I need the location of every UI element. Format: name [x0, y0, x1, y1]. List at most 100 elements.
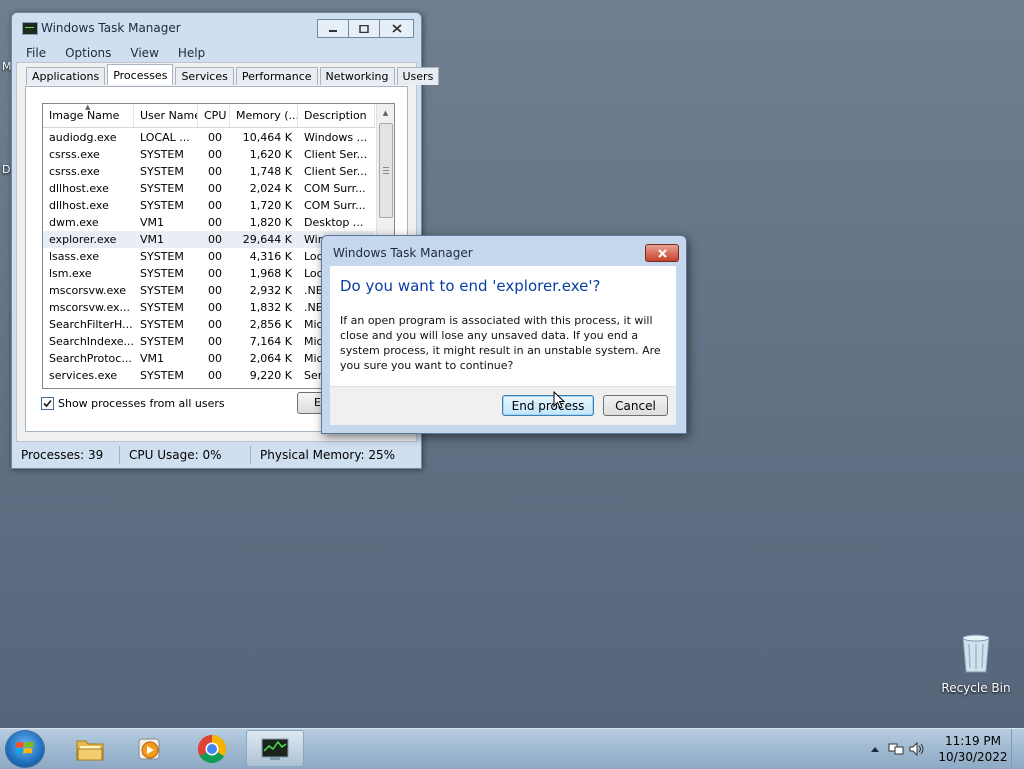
windows-logo-icon	[15, 741, 34, 754]
process-image-name: mscorsvw.ex...	[49, 301, 131, 314]
tab-performance[interactable]: Performance	[235, 67, 318, 85]
media-player-icon	[138, 738, 160, 759]
network-icon[interactable]	[887, 740, 905, 758]
menu-bar: File Options View Help	[16, 43, 417, 62]
process-image-name: audiodg.exe	[49, 131, 117, 144]
process-memory: 1,620 K	[249, 148, 292, 161]
desktop-edge-text: D	[2, 163, 11, 176]
recycle-bin-icon	[962, 634, 990, 673]
menu-help[interactable]: Help	[168, 46, 214, 60]
menu-options[interactable]: Options	[55, 46, 120, 60]
taskbar-chrome-button[interactable]	[183, 730, 241, 767]
speaker-icon	[909, 742, 924, 756]
process-cpu: 00	[208, 199, 222, 212]
process-description: Client Ser...	[304, 165, 368, 178]
process-cpu: 00	[208, 233, 222, 246]
process-list-header: ▲ Image Name User Name CPU Memory (... D…	[43, 104, 375, 128]
process-cpu: 00	[208, 301, 222, 314]
mouse-pointer-icon	[553, 391, 565, 409]
table-row[interactable]: csrss.exe SYSTEM 00 1,620 K Client Ser...	[43, 146, 375, 163]
dialog-heading: Do you want to end 'explorer.exe'?	[340, 277, 601, 295]
process-description: COM Surr...	[304, 199, 366, 212]
close-icon	[391, 24, 402, 33]
process-memory: 2,024 K	[249, 182, 292, 195]
process-image-name: csrss.exe	[49, 165, 100, 178]
task-manager-app-icon	[22, 22, 38, 35]
process-cpu: 00	[208, 216, 222, 229]
minimize-button[interactable]	[317, 19, 349, 38]
process-memory: 2,856 K	[249, 318, 292, 331]
process-cpu: 00	[208, 182, 222, 195]
table-row[interactable]: csrss.exe SYSTEM 00 1,748 K Client Ser...	[43, 163, 375, 180]
process-image-name: mscorsvw.exe	[49, 284, 126, 297]
show-all-users-label: Show processes from all users	[58, 397, 225, 410]
process-cpu: 00	[208, 318, 222, 331]
process-user-name: SYSTEM	[140, 165, 184, 178]
end-process-dialog: Windows Task Manager Do you want to end …	[321, 235, 687, 434]
system-clock[interactable]: 11:19 PM 10/30/2022	[936, 733, 1010, 765]
taskbar-explorer-button[interactable]	[61, 730, 119, 767]
show-all-users-option[interactable]: Show processes from all users	[41, 397, 225, 410]
network-icon	[888, 743, 904, 755]
process-user-name: SYSTEM	[140, 267, 184, 280]
dialog-title: Windows Task Manager	[333, 246, 473, 260]
cancel-button[interactable]: Cancel	[603, 395, 668, 416]
status-cpu-usage: CPU Usage: 0%	[120, 446, 251, 464]
dialog-footer: End process Cancel	[330, 386, 676, 425]
tab-processes[interactable]: Processes	[107, 64, 174, 85]
table-row[interactable]: dllhost.exe SYSTEM 00 1,720 K COM Surr...	[43, 197, 375, 214]
column-memory[interactable]: Memory (...	[230, 104, 298, 127]
recycle-bin-shortcut[interactable]: Recycle Bin	[941, 632, 1011, 695]
process-cpu: 00	[208, 267, 222, 280]
tab-users[interactable]: Users	[396, 67, 440, 85]
process-image-name: dwm.exe	[49, 216, 99, 229]
process-user-name: VM1	[140, 216, 165, 229]
dialog-body: Do you want to end 'explorer.exe'? If an…	[330, 266, 676, 386]
table-row[interactable]: dllhost.exe SYSTEM 00 2,024 K COM Surr...	[43, 180, 375, 197]
title-bar[interactable]: Windows Task Manager	[12, 13, 421, 43]
taskbar-task-manager-button[interactable]	[246, 730, 304, 767]
show-desktop-button[interactable]	[1011, 729, 1024, 769]
menu-file[interactable]: File	[16, 46, 55, 60]
tab-applications[interactable]: Applications	[26, 67, 106, 85]
process-memory: 1,832 K	[249, 301, 292, 314]
process-cpu: 00	[208, 148, 222, 161]
chrome-icon	[198, 734, 226, 763]
table-row[interactable]: dwm.exe VM1 00 1,820 K Desktop ...	[43, 214, 375, 231]
column-cpu[interactable]: CPU	[198, 104, 230, 127]
end-process-confirm-button[interactable]: End process	[502, 395, 594, 416]
process-image-name: csrss.exe	[49, 148, 100, 161]
end-process-button-label: E	[314, 396, 321, 409]
process-user-name: SYSTEM	[140, 335, 184, 348]
close-button[interactable]	[380, 19, 414, 38]
scroll-thumb[interactable]	[379, 123, 393, 218]
process-memory: 2,064 K	[249, 352, 292, 365]
process-user-name: SYSTEM	[140, 369, 184, 382]
tab-services[interactable]: Services	[175, 67, 234, 85]
menu-view[interactable]: View	[120, 46, 167, 60]
column-description[interactable]: Description	[298, 104, 375, 127]
scroll-up-icon[interactable]: ▲	[377, 104, 394, 121]
volume-icon[interactable]	[908, 740, 926, 758]
recycle-bin-label: Recycle Bin	[941, 681, 1011, 695]
taskbar-media-player-button[interactable]	[121, 730, 179, 767]
column-image-name[interactable]: ▲ Image Name	[43, 104, 134, 127]
process-memory: 10,464 K	[242, 131, 292, 144]
tab-networking[interactable]: Networking	[319, 67, 395, 85]
start-button[interactable]	[6, 731, 44, 767]
table-row[interactable]: audiodg.exe LOCAL ... 00 10,464 K Windows ..…	[43, 129, 375, 146]
process-memory: 1,720 K	[249, 199, 292, 212]
show-hidden-icons-button[interactable]	[866, 740, 884, 758]
process-memory: 1,820 K	[249, 216, 292, 229]
process-description: Client Ser...	[304, 148, 368, 161]
process-image-name: lsass.exe	[49, 250, 99, 263]
dialog-close-button[interactable]	[645, 244, 679, 262]
process-user-name: SYSTEM	[140, 284, 184, 297]
show-all-users-checkbox[interactable]	[41, 397, 54, 410]
column-user-name[interactable]: User Name	[134, 104, 198, 127]
maximize-button[interactable]	[349, 19, 380, 38]
process-user-name: SYSTEM	[140, 182, 184, 195]
tab-strip: Applications Processes Services Performa…	[26, 64, 441, 85]
process-cpu: 00	[208, 369, 222, 382]
process-user-name: SYSTEM	[140, 148, 184, 161]
